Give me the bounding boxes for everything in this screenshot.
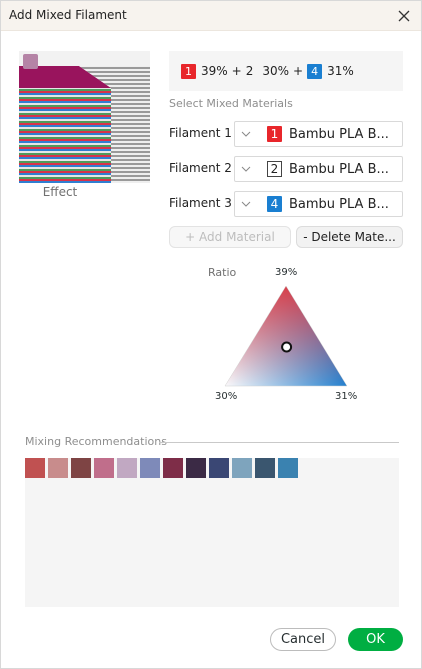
recommendation-swatches (25, 458, 298, 478)
recommendation-swatch[interactable] (255, 458, 275, 478)
ratio-handle[interactable] (281, 341, 293, 353)
filament-1-badge: 1 (181, 63, 196, 79)
title-bar: Add Mixed Filament (1, 1, 421, 31)
ratio-right-percent: 31% (335, 391, 358, 402)
formula-segment-3: 4 31% (307, 63, 354, 79)
filament-2-select[interactable]: 2 Bambu PLA B... (234, 156, 403, 182)
chevron-down-icon (235, 166, 257, 172)
divider (159, 442, 399, 443)
filament-3-select[interactable]: 4 Bambu PLA B... (234, 191, 403, 217)
effect-label: Effect (42, 185, 78, 199)
filament-1-select[interactable]: 1 Bambu PLA B... (234, 121, 403, 147)
filament-2-name: Bambu PLA B... (289, 161, 389, 177)
recommendation-swatch[interactable] (163, 458, 183, 478)
ok-button[interactable]: OK (348, 628, 403, 651)
filament-3-label: Filament 3 (169, 196, 232, 210)
filament-1-label: Filament 1 (169, 126, 232, 140)
mix-formula: 1 39% + 2 30% + 4 31% (169, 51, 403, 91)
effect-color-swatch (23, 54, 38, 69)
recommendation-swatch[interactable] (25, 458, 45, 478)
filament-row-2: Filament 2 2 Bambu PLA B... (169, 156, 405, 182)
select-mixed-materials-label: Select Mixed Materials (169, 97, 293, 110)
recommendation-swatch[interactable] (140, 458, 160, 478)
filament-1-color-badge: 1 (267, 126, 282, 142)
chevron-down-icon (235, 201, 257, 207)
ratio-triangle[interactable] (223, 284, 349, 388)
filament-2-color-badge: 2 (267, 161, 282, 177)
filament-row-1: Filament 1 1 Bambu PLA B... (169, 121, 405, 147)
filament-1-name: Bambu PLA B... (289, 126, 389, 142)
mixing-recommendations-panel (25, 458, 399, 607)
mixing-recommendations-header: Mixing Recommendations (25, 435, 399, 449)
ratio-top-percent: 39% (275, 267, 298, 278)
recommendation-swatch[interactable] (278, 458, 298, 478)
mixing-recommendations-label: Mixing Recommendations (25, 435, 171, 448)
filament-2-badge: 2 (245, 64, 254, 78)
add-material-button[interactable]: + Add Material (169, 226, 291, 248)
delete-material-button[interactable]: - Delete Mate... (296, 226, 403, 248)
close-icon (398, 10, 410, 22)
filament-3-color-badge: 4 (267, 196, 282, 212)
ratio-label: Ratio (208, 266, 237, 279)
filament-3-name: Bambu PLA B... (289, 196, 389, 212)
formula-segment-1: 1 39% (181, 63, 228, 79)
dialog-title: Add Mixed Filament (9, 8, 127, 22)
close-button[interactable] (393, 5, 415, 27)
recommendation-swatch[interactable] (71, 458, 91, 478)
add-mixed-filament-dialog: Add Mixed Filament Effect 1 39% + 2 30% … (0, 0, 422, 669)
formula-percent-1: 39% (201, 64, 228, 78)
recommendation-swatch[interactable] (186, 458, 206, 478)
recommendation-swatch[interactable] (209, 458, 229, 478)
formula-plus: + (231, 64, 242, 78)
filament-4-badge: 4 (307, 63, 323, 79)
recommendation-swatch[interactable] (48, 458, 68, 478)
filament-2-label: Filament 2 (169, 161, 232, 175)
filament-row-3: Filament 3 4 Bambu PLA B... (169, 191, 405, 217)
formula-percent-2: 30% (262, 64, 290, 78)
cancel-button[interactable]: Cancel (270, 628, 336, 651)
effect-preview (19, 51, 150, 183)
chevron-down-icon (235, 131, 257, 137)
ratio-left-percent: 30% (215, 391, 238, 402)
recommendation-swatch[interactable] (232, 458, 252, 478)
recommendation-swatch[interactable] (94, 458, 114, 478)
formula-percent-3: 31% (327, 64, 354, 78)
recommendation-swatch[interactable] (117, 458, 137, 478)
formula-plus: + (293, 64, 304, 78)
formula-segment-2: 2 30% (246, 64, 289, 78)
effect-preview-image (19, 51, 150, 183)
